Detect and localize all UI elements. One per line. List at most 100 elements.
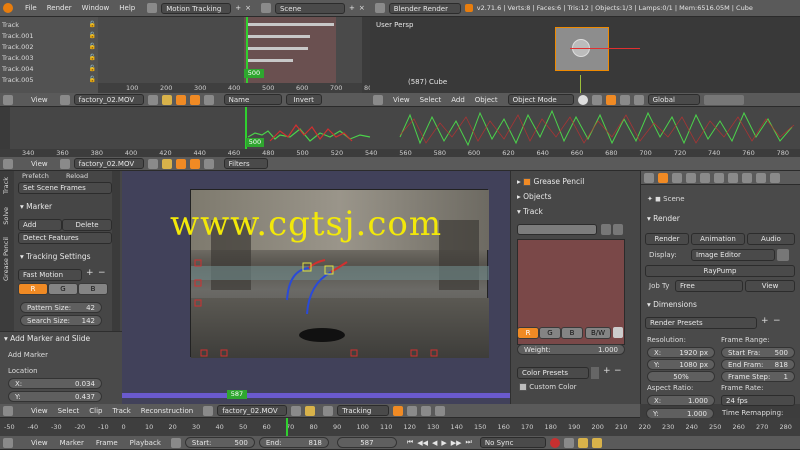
timeline-area[interactable]: -50 -40 -30 -20 -10 0 10 20 30 40 50 60 70 80 90 100 110…: [0, 418, 800, 436]
clip-menu-reconstruction[interactable]: Reconstruction: [141, 407, 193, 415]
mask-icon[interactable]: [435, 405, 446, 416]
track-lock-icon[interactable]: 🔓: [89, 76, 96, 86]
graph-clip-browse-icon[interactable]: [59, 158, 70, 169]
location-x-field[interactable]: X: 0.034: [8, 378, 102, 389]
timeline-menu-playback[interactable]: Playback: [130, 439, 161, 447]
lock-interface-icon[interactable]: [777, 249, 789, 261]
track-lock-icon[interactable]: 🔓: [89, 32, 96, 42]
timeline-editor-type-icon[interactable]: [3, 437, 13, 448]
graph-editor[interactable]: 340 360 380 400 420 440 460 480 500 520 540 560 580 6…: [0, 107, 800, 157]
color-preset-arrow-icon[interactable]: [591, 367, 599, 379]
dimensions-panel-title[interactable]: ▾ Dimensions: [647, 300, 697, 309]
sync-mode-select[interactable]: No Sync: [479, 437, 546, 448]
prefetch-button[interactable]: Prefetch: [22, 172, 49, 180]
timeline-menu-frame[interactable]: Frame: [96, 439, 118, 447]
add-render-preset-icon[interactable]: +: [761, 316, 769, 326]
track-channel-row[interactable]: Track.004 🔓: [2, 65, 96, 75]
filter-icon-1[interactable]: [175, 94, 186, 105]
set-scene-frames-button[interactable]: Set Scene Frames: [18, 182, 112, 194]
dopesheet-view-menu[interactable]: View: [31, 96, 48, 104]
frame-step-field[interactable]: Frame Step: 1: [721, 371, 795, 382]
dopesheet-ruler[interactable]: 100200300400500600700800: [98, 83, 376, 93]
track-lock-icon[interactable]: 🔓: [89, 21, 96, 31]
graph-filter-icon-3[interactable]: [203, 158, 214, 169]
tab-grease-pencil[interactable]: Grease Pencil: [2, 237, 10, 281]
blender-logo-icon[interactable]: [3, 3, 13, 13]
manipulator-icon[interactable]: [605, 94, 616, 105]
add-preset-icon[interactable]: +: [86, 268, 94, 278]
translate-icon[interactable]: [619, 94, 630, 105]
end-frame-field[interactable]: End Fram: 818: [721, 359, 795, 370]
resolution-percent-field[interactable]: 50%: [647, 371, 715, 382]
motion-model-select[interactable]: Fast Motion: [18, 269, 82, 281]
preview-channel-r[interactable]: R: [517, 327, 539, 339]
pattern-size-field[interactable]: Pattern Size: 42: [20, 302, 102, 313]
frame-rate-select[interactable]: 24 fps: [721, 395, 795, 406]
grease-pencil-panel-title[interactable]: ▸ Grease Pencil: [517, 177, 584, 186]
object-tab-icon[interactable]: [714, 172, 724, 183]
layers-icon[interactable]: [703, 94, 744, 105]
clip-menu-view[interactable]: View: [31, 407, 48, 415]
key-delete-icon[interactable]: [591, 437, 602, 448]
channel-g-toggle[interactable]: G: [48, 283, 78, 295]
clip-fake-user-icon[interactable]: [291, 405, 302, 416]
lock-track-icon[interactable]: [601, 224, 611, 235]
operator-title[interactable]: ▾ Add Marker and Slide: [4, 334, 90, 343]
remove-scene-icon[interactable]: ×: [359, 4, 365, 12]
channel-b-toggle[interactable]: B: [78, 283, 108, 295]
grease-pencil-checkbox[interactable]: [523, 178, 532, 186]
dopesheet-scrollbar[interactable]: [362, 17, 370, 93]
weight-field[interactable]: Weight: 1.000: [517, 344, 625, 355]
render-tab-icon[interactable]: [658, 172, 668, 183]
add-layout-icon[interactable]: +: [235, 4, 241, 12]
timeline-menu-view[interactable]: View: [31, 439, 48, 447]
track-channel-row[interactable]: Track.005 🔓: [2, 76, 96, 86]
view3d-menu-select[interactable]: Select: [420, 96, 442, 104]
hide-track-icon[interactable]: [613, 224, 623, 235]
record-icon[interactable]: [549, 437, 560, 448]
filters-button[interactable]: Filters: [223, 158, 268, 169]
graph-view-menu[interactable]: View: [31, 160, 48, 168]
clip-browse-icon[interactable]: [59, 94, 70, 105]
render-button[interactable]: Render: [645, 233, 689, 245]
render-engine-select[interactable]: Blender Render: [388, 2, 461, 14]
tracking-mode-icon[interactable]: [323, 405, 334, 416]
dopesheet-clip-field[interactable]: factory_02.MOV: [73, 94, 144, 105]
clip-menu-track[interactable]: Track: [112, 407, 130, 415]
editor-type-icon[interactable]: [3, 94, 13, 105]
add-marker-button[interactable]: Add: [18, 219, 62, 231]
modifiers-tab-icon[interactable]: [742, 172, 752, 183]
graph-fake-user-icon[interactable]: [147, 158, 158, 169]
clip-editor-canvas[interactable]: www.cgtsj.com 587: [122, 171, 510, 404]
preview-channel-g[interactable]: G: [539, 327, 561, 339]
pivot-icon[interactable]: [591, 94, 602, 105]
menu-window[interactable]: Window: [82, 4, 110, 12]
fake-user-icon[interactable]: [147, 94, 158, 105]
play-icon[interactable]: ▶: [441, 439, 446, 447]
keying-set-icon[interactable]: [563, 437, 574, 448]
prev-keyframe-icon[interactable]: ◀◀: [417, 439, 428, 447]
lock-selection-icon[interactable]: [393, 405, 404, 416]
clip-folder-icon[interactable]: [305, 405, 316, 416]
track-lock-icon[interactable]: 🔓: [89, 54, 96, 64]
layers-tab-icon[interactable]: [672, 172, 682, 183]
track-name-field[interactable]: [517, 224, 597, 235]
invert-button[interactable]: Invert: [285, 94, 322, 105]
filter-icon-2[interactable]: [189, 94, 200, 105]
track-channel-row[interactable]: Track 🔓: [2, 21, 96, 31]
scene-icon[interactable]: [260, 3, 271, 13]
tab-solve[interactable]: Solve: [2, 207, 10, 225]
constraints-tab-icon[interactable]: [728, 172, 738, 183]
render-presets-select[interactable]: Render Presets: [645, 317, 757, 329]
clip-timeline-strip[interactable]: [122, 393, 510, 398]
next-keyframe-icon[interactable]: ▶▶: [451, 439, 462, 447]
properties-editor-type-icon[interactable]: [644, 172, 654, 183]
tool-shelf-scrollbar[interactable]: [112, 171, 120, 333]
track-channel-row[interactable]: Track.001 🔓: [2, 32, 96, 42]
eyedropper-icon[interactable]: [613, 327, 623, 338]
texture-tab-icon[interactable]: [770, 172, 780, 183]
color-presets-select[interactable]: Color Presets: [517, 367, 589, 379]
orientation-select[interactable]: Global: [647, 94, 700, 105]
reload-button[interactable]: Reload: [66, 172, 88, 180]
tracking-settings-title[interactable]: ▾ Tracking Settings: [20, 252, 91, 261]
